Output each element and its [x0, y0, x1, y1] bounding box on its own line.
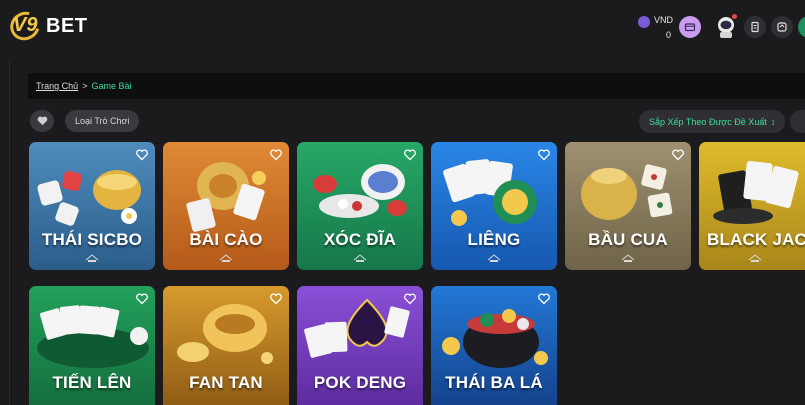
refresh-icon [777, 22, 787, 32]
game-card-tien-len[interactable]: TIẾN LÊN [29, 286, 155, 405]
provider-logo-icon [621, 254, 635, 262]
receipt-icon [751, 21, 759, 33]
breadcrumb-home-link[interactable]: Trang Chủ [36, 81, 78, 91]
cards-chip-art-icon [431, 142, 557, 270]
game-card-thai-sicbo[interactable]: THÁI SICBO [29, 142, 155, 270]
view-toggle-button[interactable] [790, 110, 805, 133]
game-card-xoc-dia[interactable]: XÓC ĐĨA [297, 142, 423, 270]
game-title: XÓC ĐĨA [323, 230, 397, 249]
game-title: POK DENG [313, 373, 407, 392]
favorite-heart-icon[interactable] [270, 293, 282, 305]
cards-coins-art-icon [163, 142, 289, 270]
game-title: TIẾN LÊN [52, 373, 132, 392]
history-button[interactable] [744, 16, 766, 38]
favorite-heart-icon[interactable] [404, 293, 416, 305]
logo-bet: BET [46, 14, 88, 37]
game-title: BẦU CUA [588, 230, 668, 249]
provider-logo-icon [85, 254, 99, 262]
game-card-bau-cua[interactable]: BẦU CUA [565, 142, 691, 270]
top-header: V9 BET VND 0 [0, 0, 805, 56]
dice-bowl-art-icon [29, 142, 155, 270]
site-logo[interactable]: V9 BET [5, 6, 88, 46]
game-card-blackjack[interactable]: BLACK JAC [699, 142, 805, 270]
blackjack-cards-art-icon [699, 142, 805, 270]
game-card-bai-cao[interactable]: BÀI CÀO [163, 142, 289, 270]
favorite-heart-icon[interactable] [538, 293, 550, 305]
plate-chips-art-icon [297, 142, 423, 270]
favorite-heart-icon[interactable] [672, 149, 684, 161]
favorite-heart-icon[interactable] [270, 149, 282, 161]
provider-logo-icon [748, 254, 762, 262]
breadcrumb-current: Game Bài [91, 81, 132, 91]
support-button[interactable] [798, 16, 805, 38]
wallet-amount: 0 [666, 30, 672, 40]
game-title: LIÊNG [467, 230, 521, 249]
transfer-button[interactable] [771, 16, 793, 38]
favorite-heart-icon[interactable] [136, 293, 148, 305]
game-card-thai-ba-la[interactable]: THÁI BA LÁ [431, 286, 557, 405]
game-card-lieng[interactable]: LIÊNG [431, 142, 557, 270]
wallet-icon [684, 23, 696, 32]
gourd-dice-art-icon [565, 142, 691, 270]
game-title: BÀI CÀO [189, 230, 263, 249]
game-title: THÁI BA LÁ [445, 373, 543, 392]
game-card-pok-deng[interactable]: POK DENG [297, 286, 423, 405]
breadcrumb-separator: > [82, 81, 88, 91]
favorite-heart-icon[interactable] [404, 149, 416, 161]
provider-logo-icon [353, 254, 367, 262]
currency-coin-icon [638, 16, 650, 28]
wallet-balance[interactable]: VND 0 [636, 14, 676, 40]
game-title: THÁI SICBO [41, 230, 143, 249]
game-card-fan-tan[interactable]: FAN TAN [163, 286, 289, 405]
wallet-currency: VND [654, 15, 674, 25]
logo-v9: V9 [13, 14, 38, 36]
breadcrumb: Trang Chủ > Game Bài [28, 73, 805, 99]
left-sidebar-edge [0, 60, 10, 405]
heart-icon [37, 116, 47, 126]
provider-logo-icon [219, 254, 233, 262]
sort-arrows-icon: ↕ [770, 116, 776, 127]
game-lobby-page: V9 BET VND 0 Trang Chủ > Game Bài Loại T… [0, 0, 805, 405]
favorites-filter-button[interactable] [30, 110, 54, 132]
sort-dropdown[interactable]: Sắp Xếp Theo Được Đề Xuất ↕ [639, 110, 786, 133]
game-type-filter-button[interactable]: Loại Trò Chơi [65, 110, 140, 132]
provider-logo-icon [487, 254, 501, 262]
game-title: BLACK JAC [707, 230, 805, 249]
favorite-heart-icon[interactable] [136, 149, 148, 161]
deposit-button[interactable] [679, 16, 701, 38]
user-avatar[interactable] [714, 14, 738, 40]
notification-dot [732, 14, 737, 19]
sort-label: Sắp Xếp Theo Được Đề Xuất [649, 116, 767, 127]
game-title: FAN TAN [189, 373, 263, 392]
favorite-heart-icon[interactable] [538, 149, 550, 161]
